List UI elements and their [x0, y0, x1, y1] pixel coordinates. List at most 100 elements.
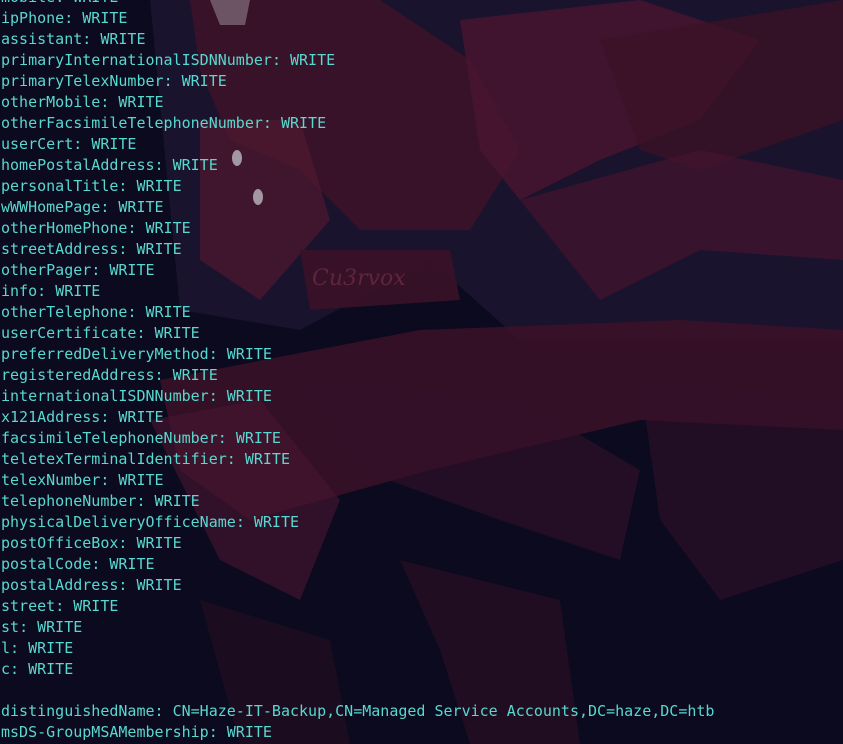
separator: : — [118, 240, 137, 258]
terminal-line: street: WRITE — [1, 596, 714, 617]
attribute-name: postalAddress — [1, 576, 119, 594]
terminal-line: otherHomePhone: WRITE — [1, 218, 714, 239]
terminal-line: mobile: WRITE — [1, 0, 714, 8]
separator: : — [100, 198, 119, 216]
attribute-value: WRITE — [118, 471, 164, 489]
attribute-value: WRITE — [118, 93, 164, 111]
separator: : — [127, 303, 146, 321]
separator: : — [127, 219, 146, 237]
attribute-name: teletexTerminalIdentifier — [1, 450, 227, 468]
attribute-value: WRITE — [136, 240, 182, 258]
attribute-value: WRITE — [118, 408, 164, 426]
terminal-line: personalTitle: WRITE — [1, 176, 714, 197]
attribute-value: WRITE — [55, 282, 101, 300]
separator: : — [208, 723, 227, 741]
separator: : — [262, 114, 281, 132]
terminal-line: registeredAddress: WRITE — [1, 365, 714, 386]
attribute-name: wWWHomePage — [1, 198, 101, 216]
attribute-value: WRITE — [136, 177, 182, 195]
attribute-value: CN=Haze-IT-Backup,CN=Managed Service Acc… — [172, 702, 715, 720]
separator: : — [226, 450, 245, 468]
attribute-value: WRITE — [235, 429, 281, 447]
terminal-line: otherTelephone: WRITE — [1, 302, 714, 323]
attribute-name: preferredDeliveryMethod — [1, 345, 209, 363]
terminal-line: primaryInternationalISDNNumber: WRITE — [1, 50, 714, 71]
attribute-value: WRITE — [136, 534, 182, 552]
attribute-name: personalTitle — [1, 177, 119, 195]
separator: : — [64, 9, 83, 27]
attribute-name: otherHomePhone — [1, 219, 128, 237]
attribute-name: otherFacsimileTelephoneNumber — [1, 114, 263, 132]
separator: : — [10, 660, 29, 678]
attribute-name: c — [1, 660, 11, 678]
terminal-line: info: WRITE — [1, 281, 714, 302]
separator: : — [55, 597, 74, 615]
attribute-value: WRITE — [172, 156, 218, 174]
separator: : — [217, 429, 236, 447]
separator: : — [82, 30, 101, 48]
attribute-name: telexNumber — [1, 471, 101, 489]
attribute-value: WRITE — [154, 324, 200, 342]
attribute-name: l — [1, 639, 11, 657]
separator: : — [154, 156, 173, 174]
terminal-line: wWWHomePage: WRITE — [1, 197, 714, 218]
terminal-line: otherFacsimileTelephoneNumber: WRITE — [1, 113, 714, 134]
attribute-value: WRITE — [37, 618, 83, 636]
separator: : — [91, 555, 110, 573]
attribute-value: WRITE — [73, 597, 119, 615]
terminal-window[interactable]: Cu3rvox mobile: WRITEipPhone: WRITEassis… — [0, 0, 843, 744]
attribute-name: userCertificate — [1, 324, 137, 342]
terminal-line: c: WRITE — [1, 659, 714, 680]
separator: : — [10, 639, 29, 657]
attribute-name: info — [1, 282, 38, 300]
separator: : — [55, 0, 73, 6]
attribute-value: WRITE — [181, 72, 227, 90]
attribute-value: WRITE — [82, 9, 128, 27]
separator: : — [118, 177, 137, 195]
attribute-value: WRITE — [226, 723, 272, 741]
attribute-value: WRITE — [109, 261, 155, 279]
attribute-value: WRITE — [145, 219, 191, 237]
separator: : — [37, 282, 56, 300]
terminal-line: userCert: WRITE — [1, 134, 714, 155]
attribute-name: registeredAddress — [1, 366, 155, 384]
terminal-line: ipPhone: WRITE — [1, 8, 714, 29]
attribute-value: WRITE — [109, 555, 155, 573]
separator: : — [271, 51, 290, 69]
attribute-name: homePostalAddress — [1, 156, 155, 174]
separator: : — [154, 702, 173, 720]
terminal-line: physicalDeliveryOfficeName: WRITE — [1, 512, 714, 533]
terminal-line: streetAddress: WRITE — [1, 239, 714, 260]
attribute-name: street — [1, 597, 56, 615]
attribute-name: st — [1, 618, 20, 636]
separator: : — [100, 408, 119, 426]
attribute-name: ipPhone — [1, 9, 65, 27]
terminal-line: distinguishedName: CN=Haze-IT-Backup,CN=… — [1, 701, 714, 722]
terminal-line: x121Address: WRITE — [1, 407, 714, 428]
attribute-name: x121Address — [1, 408, 101, 426]
separator: : — [208, 345, 227, 363]
separator: : — [118, 576, 137, 594]
terminal-line: st: WRITE — [1, 617, 714, 638]
separator: : — [136, 492, 155, 510]
attribute-value: WRITE — [172, 366, 218, 384]
terminal-line: telexNumber: WRITE — [1, 470, 714, 491]
separator: : — [19, 618, 38, 636]
terminal-line: l: WRITE — [1, 638, 714, 659]
terminal-line: otherMobile: WRITE — [1, 92, 714, 113]
attribute-name: distinguishedName — [1, 702, 155, 720]
terminal-line: postOfficeBox: WRITE — [1, 533, 714, 554]
attribute-value: WRITE — [28, 639, 74, 657]
attribute-name: otherPager — [1, 261, 92, 279]
attribute-name: streetAddress — [1, 240, 119, 258]
terminal-line: postalAddress: WRITE — [1, 575, 714, 596]
attribute-value: WRITE — [145, 303, 191, 321]
attribute-name: postOfficeBox — [1, 534, 119, 552]
attribute-value: WRITE — [100, 30, 146, 48]
separator: : — [118, 534, 137, 552]
terminal-line: otherPager: WRITE — [1, 260, 714, 281]
attribute-value: WRITE — [28, 660, 74, 678]
terminal-line: facsimileTelephoneNumber: WRITE — [1, 428, 714, 449]
terminal-line: telephoneNumber: WRITE — [1, 491, 714, 512]
